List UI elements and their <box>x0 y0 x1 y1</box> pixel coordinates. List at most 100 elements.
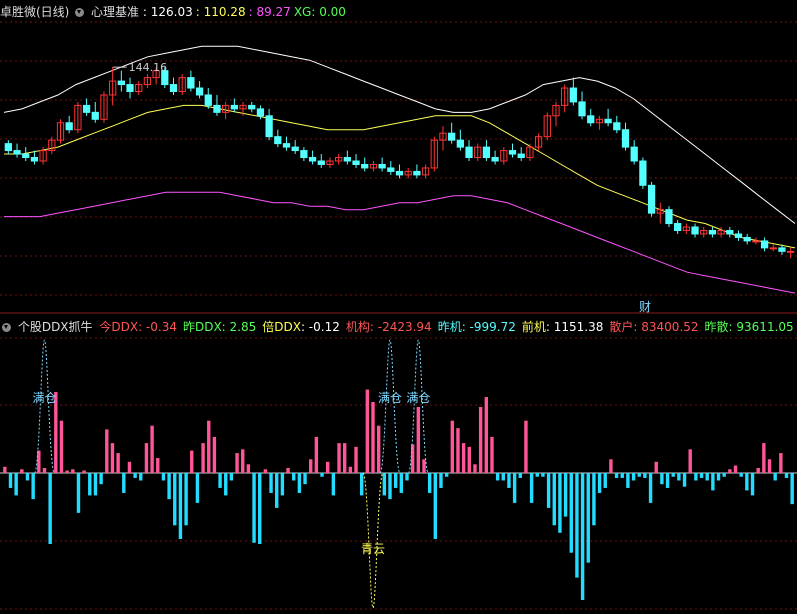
indicator-name: 心理基准 <box>91 5 140 19</box>
ddx-bar <box>767 459 772 473</box>
ddx-bar <box>484 397 488 473</box>
ddx-item-label: 倍DDX <box>262 320 301 334</box>
candle-body <box>256 108 265 117</box>
ddx-bar <box>699 473 704 478</box>
ddx-bar <box>416 406 421 473</box>
panel-menu-icon[interactable] <box>75 8 85 17</box>
candle-body <box>82 104 91 113</box>
ddx-bar <box>563 473 568 517</box>
ddx-bar <box>286 468 290 473</box>
ddx-bar <box>133 473 137 478</box>
ddx-item-label: 昨机 <box>437 320 462 334</box>
ddx-bar <box>654 461 658 473</box>
candle-body <box>621 129 630 148</box>
ddx-bar <box>314 436 319 473</box>
ddx-bar <box>184 473 188 526</box>
candle-body <box>647 184 656 214</box>
ddx-bar <box>161 473 166 481</box>
ddx-bar <box>745 473 749 491</box>
ddx-bar <box>218 473 222 488</box>
ddx-bar <box>325 461 330 473</box>
ddx-bar <box>603 473 607 488</box>
ddx-item-value: : -999.72 <box>461 320 516 334</box>
ddx-bar <box>439 473 443 488</box>
ddx-bar <box>688 449 692 473</box>
ddx-item-value: : -0.12 <box>300 320 340 334</box>
ddx-bar <box>241 449 245 473</box>
ddx-bar <box>42 468 47 473</box>
ddx-bar <box>773 473 777 481</box>
candle-body <box>691 226 699 235</box>
candle-body <box>604 118 612 124</box>
candle-body <box>248 104 256 110</box>
ddx-bar <box>127 461 132 473</box>
candle-body <box>343 157 351 162</box>
candle-body <box>674 223 682 232</box>
stock-chart[interactable]: 满仓 满仓 满仓青云 144.16财 <box>0 0 797 614</box>
ddx-bar <box>229 473 234 481</box>
ddx-bar <box>71 469 75 473</box>
ddx-bar <box>422 459 426 473</box>
ddx-bar <box>212 436 217 473</box>
ddx-bar <box>524 420 528 473</box>
candle-body <box>448 132 456 141</box>
ddx-bar <box>450 420 455 473</box>
panel-menu-icon[interactable] <box>2 323 11 332</box>
ddx-bar <box>762 443 766 473</box>
ddx-bar <box>546 473 551 508</box>
ddx-bar <box>756 468 760 473</box>
ddx-item-value: : 83400.52 <box>633 320 699 334</box>
ddx-item-value: : 93611.05 <box>728 320 794 334</box>
ddx-bar <box>495 473 500 481</box>
ddx-bar <box>569 473 573 553</box>
ddx-bar <box>190 450 194 473</box>
signal-label: 满仓 <box>406 391 430 405</box>
ddx-item-value: : -0.34 <box>138 320 177 334</box>
ddx-bar <box>784 473 789 478</box>
ddx-bar <box>733 465 738 473</box>
candle-body <box>395 170 404 176</box>
candle-body <box>291 146 299 152</box>
ddx-item-label: 散户 <box>609 320 634 334</box>
candle-body <box>65 122 73 131</box>
ddx-item-value: : 1151.38 <box>545 320 604 334</box>
ddx-bar <box>790 473 794 505</box>
ddx-item-label: 前机 <box>521 320 546 334</box>
candle-body <box>308 157 317 162</box>
ddx-bar <box>122 473 126 493</box>
candle-body <box>317 160 325 165</box>
indicator-value: : 89.27 <box>248 5 291 19</box>
candle-body <box>769 247 777 250</box>
candle-body <box>30 157 39 162</box>
candle-body <box>778 247 786 252</box>
main-panel-title: 卓胜微(日线) <box>0 5 70 19</box>
candle-body <box>517 153 525 159</box>
candle-body <box>300 150 308 159</box>
candle-body <box>117 80 125 86</box>
candle-body <box>734 233 743 238</box>
candle-body <box>639 160 647 186</box>
high-price-label: 144.16 <box>129 61 168 74</box>
ddx-bar <box>535 473 539 477</box>
ddx-bar <box>3 466 7 473</box>
ddx-bar <box>586 473 590 563</box>
ddx-bar <box>144 443 149 473</box>
ddx-bar <box>331 473 336 496</box>
signal-label: 满仓 <box>378 391 402 405</box>
ddx-bar <box>88 473 92 496</box>
ddx-bar <box>609 459 613 473</box>
ddx-item-label: 今DDX <box>99 320 139 334</box>
ddx-bar <box>25 473 30 481</box>
candle-body <box>587 115 595 124</box>
ddx-bar <box>303 473 307 485</box>
ddx-bar <box>405 473 409 481</box>
ddx-bar <box>116 453 120 473</box>
ddx-bar <box>99 473 103 485</box>
ddx-bar <box>258 473 262 544</box>
ddx-bar <box>252 473 256 543</box>
signal-curve <box>33 339 55 474</box>
candle-body <box>743 236 751 242</box>
ddx-bar <box>246 464 251 473</box>
ddx-bar <box>728 469 732 473</box>
candle-body <box>22 153 30 159</box>
